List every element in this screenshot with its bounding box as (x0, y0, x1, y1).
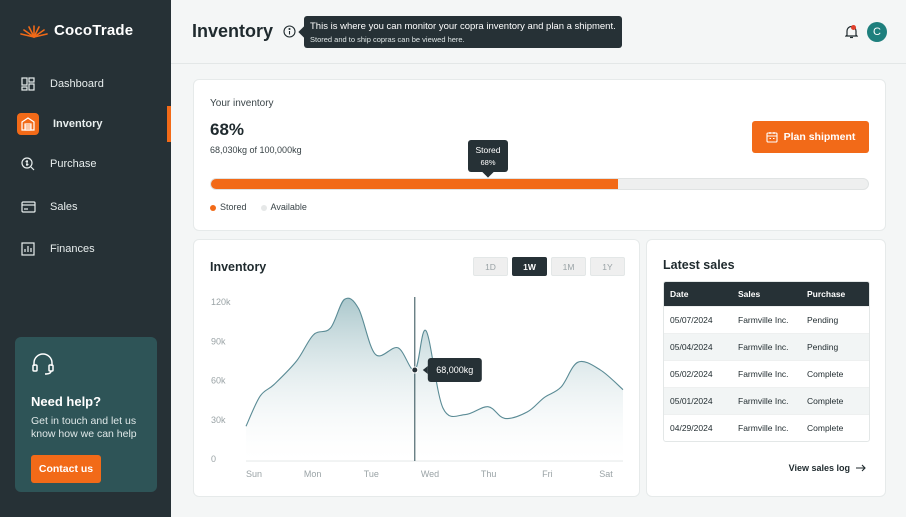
cell-sales: Farmville Inc. (738, 396, 789, 406)
inventory-percent: 68% (210, 120, 245, 139)
page-title: Inventory (192, 21, 274, 41)
sidebar-item-label: Inventory (53, 118, 103, 130)
y-tick-label: 30k (211, 415, 226, 425)
view-sales-log-label: View sales log (788, 463, 850, 473)
latest-sales-card: Latest sales Date Sales Purchase 05/07/2… (646, 239, 886, 497)
cell-date: 05/04/2024 (670, 342, 713, 352)
tooltip-line1: This is where you can monitor your copra… (310, 21, 616, 32)
sidebar-item-sales[interactable]: Sales (0, 190, 171, 224)
header: Inventory This is where you can monitor … (171, 0, 906, 64)
inventory-progress-fill (211, 179, 619, 189)
app-name: CocoTrade (54, 22, 134, 39)
cell-purchase: Pending (807, 315, 839, 325)
cell-date: 04/29/2024 (670, 423, 713, 433)
y-tick-label: 90k (211, 336, 226, 346)
sales-icon (20, 199, 36, 215)
cell-purchase: Complete (807, 396, 844, 406)
cell-sales: Farmville Inc. (738, 423, 789, 433)
cell-sales: Farmville Inc. (738, 342, 789, 352)
calendar-icon (766, 132, 778, 143)
table-row[interactable]: 05/04/2024 Farmville Inc. Pending (664, 333, 869, 360)
help-title: Need help? (31, 394, 102, 409)
logo[interactable]: CocoTrade (20, 22, 133, 39)
inventory-label: Your inventory (210, 98, 274, 109)
inventory-area-chart[interactable]: 0 30k 60k 90k 120k Sun Mon Tue Wed Thu Fri Sat 68,00… (194, 240, 641, 498)
plan-shipment-label: Plan shipment (783, 131, 856, 143)
x-tick-label: Sat (599, 469, 613, 479)
cell-sales: Farmville Inc. (738, 315, 789, 325)
hover-point (411, 366, 419, 374)
sidebar-item-purchase[interactable]: Purchase (0, 147, 171, 181)
contact-us-button[interactable]: Contact us (31, 455, 101, 483)
info-tooltip: This is where you can monitor your copra… (304, 16, 622, 48)
sidebar-item-inventory[interactable]: Inventory (0, 107, 171, 141)
help-card: Need help? Get in touch and let us know … (15, 337, 157, 492)
sidebar-item-dashboard[interactable]: Dashboard (0, 67, 171, 101)
table-row[interactable]: 05/07/2024 Farmville Inc. Pending (664, 306, 869, 333)
arrow-right-icon (856, 464, 866, 472)
active-indicator (167, 106, 171, 142)
sidebar-item-finances[interactable]: Finances (0, 232, 171, 266)
stored-tooltip-value: 68% (480, 158, 496, 167)
avatar[interactable]: C (867, 22, 887, 42)
warehouse-icon (17, 113, 39, 135)
x-tick-label: Wed (421, 469, 439, 479)
inventory-amount: 68,030kg of 100,000kg (210, 145, 302, 155)
help-text: Get in touch and let us know how we can … (31, 415, 137, 440)
tooltip-line2: Stored and to ship copras can be viewed … (310, 35, 465, 44)
logo-icon (20, 24, 48, 38)
stored-tooltip: Stored 68% (468, 140, 508, 172)
legend-stored: Stored (210, 202, 247, 212)
x-tick-label: Fri (542, 469, 553, 479)
sidebar-item-label: Purchase (50, 158, 97, 170)
table-row[interactable]: 05/02/2024 Farmville Inc. Complete (664, 360, 869, 387)
cell-purchase: Pending (807, 342, 839, 352)
y-tick-label: 120k (211, 297, 231, 307)
info-icon[interactable] (283, 25, 296, 38)
cell-date: 05/02/2024 (670, 369, 713, 379)
sidebar-item-label: Finances (50, 243, 95, 255)
plan-shipment-button[interactable]: Plan shipment (752, 121, 869, 153)
inventory-card: Your inventory 68% 68,030kg of 100,000kg… (193, 79, 886, 231)
table-row[interactable]: 04/29/2024 Farmville Inc. Complete (664, 414, 869, 441)
table-header: Date Sales Purchase (664, 282, 869, 306)
notification-dot (851, 25, 856, 30)
dashboard-icon (20, 76, 36, 92)
hover-tooltip-label: 68,000kg (436, 365, 473, 375)
inventory-progress-bar (210, 178, 869, 190)
y-tick-label: 60k (211, 376, 226, 386)
sidebar: CocoTrade Dashboard Inventory Purchase S… (0, 0, 171, 517)
sidebar-item-label: Sales (50, 201, 78, 213)
sales-title: Latest sales (663, 258, 735, 272)
legend-available: Available (260, 202, 307, 212)
sales-table: Date Sales Purchase 05/07/2024 Farmville… (663, 281, 870, 442)
y-tick-label: 0 (211, 454, 216, 464)
x-tick-label: Sun (246, 469, 262, 479)
sidebar-item-label: Dashboard (50, 78, 104, 90)
table-row[interactable]: 05/01/2024 Farmville Inc. Complete (664, 387, 869, 414)
cell-sales: Farmville Inc. (738, 369, 789, 379)
inventory-legend: Stored Available (210, 202, 307, 212)
column-header-purchase: Purchase (807, 289, 846, 299)
cell-purchase: Complete (807, 369, 844, 379)
headset-icon (32, 353, 54, 375)
x-tick-label: Thu (481, 469, 497, 479)
stored-tooltip-title: Stored (475, 145, 501, 155)
x-tick-label: Mon (304, 469, 322, 479)
cell-purchase: Complete (807, 423, 844, 433)
column-header-date: Date (670, 289, 689, 299)
inventory-chart-card: Inventory 1D 1W 1M 1Y 0 30k 60k 90k 120k Sun M… (193, 239, 640, 497)
finances-icon (20, 241, 36, 257)
cell-date: 05/07/2024 (670, 315, 713, 325)
x-tick-label: Tue (364, 469, 379, 479)
cell-date: 05/01/2024 (670, 396, 713, 406)
purchase-icon (20, 156, 36, 172)
view-sales-log-link[interactable]: View sales log (789, 463, 866, 473)
column-header-sales: Sales (738, 289, 761, 299)
